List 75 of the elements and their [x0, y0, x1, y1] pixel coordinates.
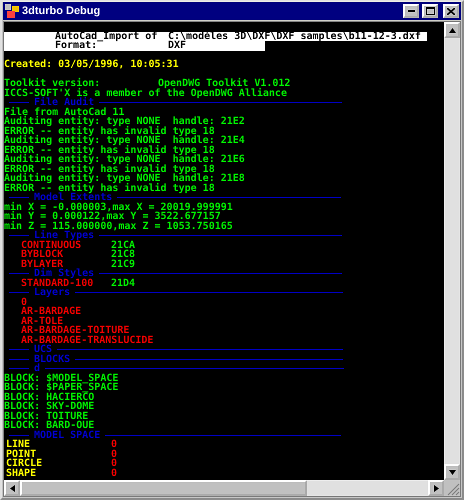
- horizontal-scrollbar[interactable]: [4, 480, 444, 496]
- right-arrow-icon: [434, 484, 438, 492]
- section-heading: Layers: [34, 288, 70, 298]
- window-title: 3dturbo Debug: [22, 5, 102, 17]
- vertical-scrollbar[interactable]: [444, 22, 460, 480]
- maximize-icon: [426, 7, 434, 15]
- section-heading: Model Extents: [34, 193, 112, 202]
- entity-count: 0: [111, 459, 118, 468]
- entry-name: AR-BARDAGE: [21, 307, 82, 316]
- entity-count: 0: [111, 468, 118, 478]
- entry-handle: 21C8: [111, 250, 136, 260]
- log-text: Toolkit version:: [4, 79, 102, 88]
- section-heading: UCS: [34, 345, 52, 354]
- log-text: Auditing entity: type NONE handle: 21E4: [4, 136, 245, 146]
- entity-type: CIRCLE: [6, 459, 44, 468]
- log-text: ERROR -- entity has invalid type 18: [4, 164, 215, 174]
- entity-count: 0: [111, 440, 118, 450]
- app-icon: [5, 4, 19, 18]
- log-text: File from AutoCad 11: [4, 108, 124, 117]
- log-text: Auditing entity: type NONE handle: 21E2: [4, 117, 245, 126]
- log-text: Auditing entity: type NONE handle: 21E6: [4, 155, 245, 164]
- header-value: C:\modèles 3D\DXF\DXF samples\b11-12-3.dxf: [168, 32, 421, 41]
- maximize-button[interactable]: [422, 4, 438, 18]
- log-text: BLOCK: BARD-OUE: [4, 421, 94, 430]
- log-text: BLOCK: $PAPER_SPACE: [4, 383, 118, 392]
- section-heading: Line Types: [34, 231, 94, 240]
- section-heading: d: [34, 364, 40, 374]
- log-text: BLOCK: $MODEL_SPACE: [4, 374, 118, 383]
- log-text: min Z = 115.000000,max Z = 1053.750165: [4, 222, 233, 231]
- header-label: AutoCad_Import of: [55, 32, 158, 41]
- entry-name: AR-BARDAGE-TOITURE: [21, 326, 130, 336]
- log-text: ERROR -- entity has invalid type 18: [4, 146, 215, 155]
- log-text: ERROR -- entity has invalid type 18: [4, 184, 215, 193]
- log-value: OpenDWG Toolkit V1.012: [158, 79, 290, 88]
- up-arrow-icon: [448, 28, 456, 32]
- scroll-thumb[interactable]: [20, 480, 307, 496]
- header-label: Format:: [55, 41, 98, 50]
- scroll-up-button[interactable]: [444, 22, 460, 38]
- header-value: DXF: [168, 41, 186, 50]
- entry-name: AR-BARDAGE-TRANSLUCIDE: [21, 336, 154, 345]
- scroll-right-button[interactable]: [428, 480, 444, 496]
- left-arrow-icon: [10, 484, 14, 492]
- close-button[interactable]: [443, 4, 459, 18]
- scroll-down-button[interactable]: [444, 464, 460, 480]
- entry-name: 0: [21, 298, 28, 307]
- entity-type: SHAPE: [6, 468, 38, 478]
- entry-name: STANDARD-100: [21, 278, 94, 288]
- section-heading: MODEL SPACE: [34, 430, 100, 440]
- minimize-icon: [408, 10, 414, 12]
- log-text: ICCS-SOFT'X is a member of the OpenDWG Alliance: [4, 88, 287, 98]
- log-text: ERROR -- entity has invalid type 18: [4, 126, 215, 136]
- entry-name: CONTINUOUS: [21, 240, 82, 250]
- section-heading: Dim Styles: [34, 269, 94, 278]
- log-text: min Y = 0.000122,max Y = 3522.677157: [4, 212, 221, 222]
- entry-handle: 21CA: [111, 240, 136, 250]
- entry-name: BYBLOCK: [21, 250, 64, 260]
- entity-count: 0: [111, 450, 118, 459]
- log-text: BLOCK: TOITURE: [4, 412, 88, 421]
- log-text: BLOCK: SKY-DOME: [4, 402, 94, 412]
- entry-name: BYLAYER: [21, 260, 64, 269]
- entity-type: LINE: [6, 440, 30, 450]
- section-heading: File Audit: [34, 98, 94, 108]
- log-text: min X = -0.000003,max X = 20019.999991: [4, 202, 233, 212]
- entity-type: POINT: [6, 450, 36, 459]
- entry-handle: 21C9: [111, 260, 136, 269]
- minimize-button[interactable]: [403, 4, 419, 18]
- log-text: BLOCK: HACIERCO: [4, 392, 94, 402]
- entry-name: AR-TOLE: [21, 316, 64, 326]
- section-heading: BLOCKS: [34, 354, 70, 364]
- entry-handle: 21D4: [111, 278, 136, 288]
- close-icon: [447, 8, 455, 14]
- log-text: Auditing entity: type NONE handle: 21E8: [4, 174, 245, 184]
- scroll-left-button[interactable]: [4, 480, 20, 496]
- down-arrow-icon: [448, 470, 456, 474]
- log-text: Created: 03/05/1996, 10:05:31: [4, 60, 179, 70]
